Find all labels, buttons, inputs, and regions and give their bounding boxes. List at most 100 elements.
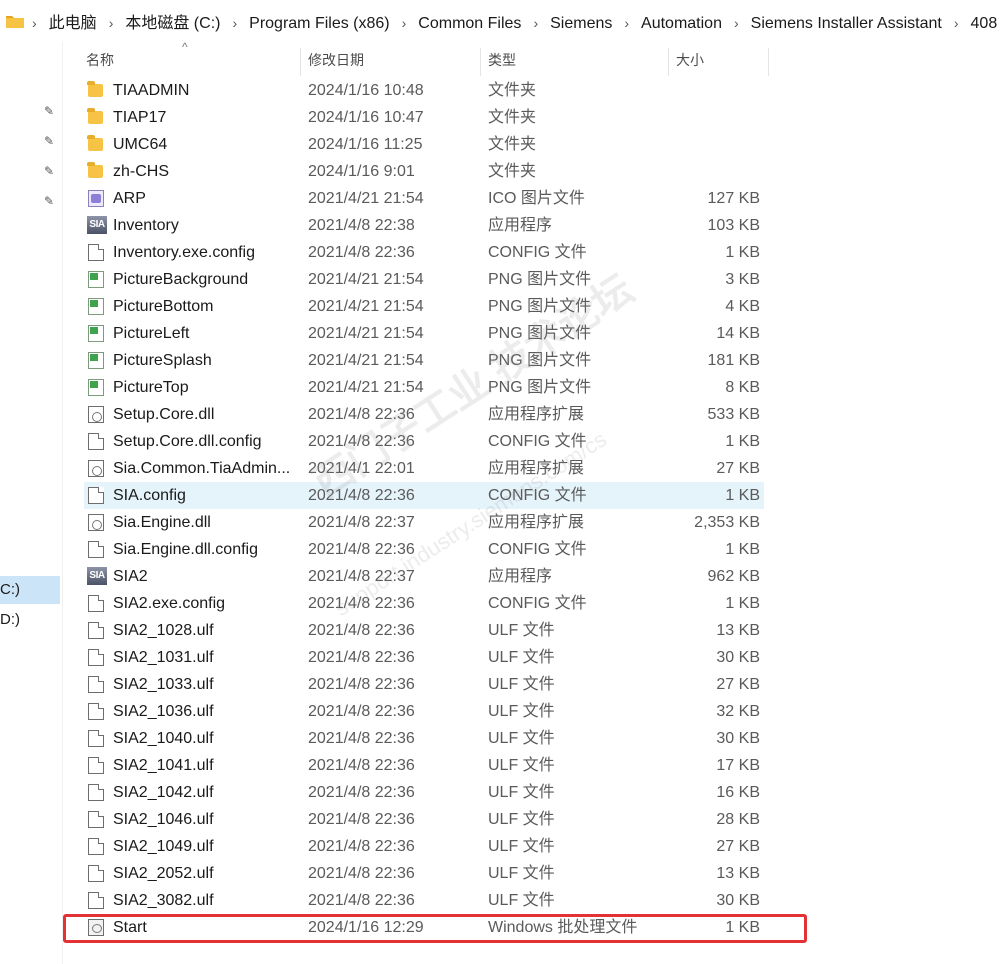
file-row[interactable]: PictureSplash 2021/4/21 21:54 PNG 图片文件 181 … [84,347,764,374]
file-type: PNG 图片文件 [488,379,592,396]
document-icon [88,757,104,774]
file-name: Sia.Engine.dll [113,514,211,531]
column-divider[interactable] [300,48,301,76]
breadcrumb-separator-icon[interactable]: › [624,15,629,31]
file-row[interactable]: Sia.Common.TiaAdmin... 2021/4/1 22:01 应用程序… [84,455,764,482]
file-row[interactable]: SIA2_1033.ulf 2021/4/8 22:36 ULF 文件 27 KB [84,671,764,698]
file-row[interactable]: SIA2_1028.ulf 2021/4/8 22:36 ULF 文件 13 KB [84,617,764,644]
breadcrumb-item[interactable]: Program Files (x86) [249,15,389,32]
file-date: 2024/1/16 11:25 [308,136,423,153]
file-row[interactable]: Sia.Engine.dll 2021/4/8 22:37 应用程序扩展 2,353 … [84,509,764,536]
column-date[interactable]: 修改日期 [308,42,364,78]
file-type: ULF 文件 [488,811,555,828]
file-row[interactable]: ARP 2021/4/21 21:54 ICO 图片文件 127 KB [84,185,764,212]
pin-icon[interactable]: ✎ [42,134,56,148]
breadcrumb-item[interactable]: Siemens [550,15,612,32]
file-row[interactable]: SIA2_1031.ulf 2021/4/8 22:36 ULF 文件 30 KB [84,644,764,671]
file-row[interactable]: SIA2_1040.ulf 2021/4/8 22:36 ULF 文件 30 KB [84,725,764,752]
file-row[interactable]: SIA2_1036.ulf 2021/4/8 22:36 ULF 文件 32 KB [84,698,764,725]
file-row[interactable]: SIA2_1042.ulf 2021/4/8 22:36 ULF 文件 16 KB [84,779,764,806]
file-row[interactable]: SIA2_1041.ulf 2021/4/8 22:36 ULF 文件 17 KB [84,752,764,779]
column-size[interactable]: 大小 [676,42,704,78]
column-type[interactable]: 类型 [488,42,516,78]
file-size: 1 KB [725,487,760,504]
pin-icon[interactable]: ✎ [42,194,56,208]
file-row[interactable]: SIA.config 2021/4/8 22:36 CONFIG 文件 1 KB [84,482,764,509]
file-size: 28 KB [716,811,760,828]
file-size: 4 KB [725,298,760,315]
file-row[interactable]: Setup.Core.dll 2021/4/8 22:36 应用程序扩展 533 KB [84,401,764,428]
address-bar[interactable]: › 此电脑 › 本地磁盘 (C:) › Program Files (x86) › Commo… [0,0,1007,42]
file-type: ICO 图片文件 [488,190,585,207]
column-divider[interactable] [768,48,769,76]
column-divider[interactable] [480,48,481,76]
file-row[interactable]: PictureLeft 2021/4/21 21:54 PNG 图片文件 14 KB [84,320,764,347]
file-name: SIA.config [113,487,186,504]
file-type: 应用程序扩展 [488,514,585,531]
file-date: 2021/4/8 22:36 [308,865,415,882]
file-row[interactable]: SIA SIA2 2021/4/8 22:37 应用程序 962 KB [84,563,764,590]
breadcrumb-item[interactable]: Siemens Installer Assistant [751,15,942,32]
file-row[interactable]: Sia.Engine.dll.config 2021/4/8 22:36 CONFI… [84,536,764,563]
file-row[interactable]: TIAP17 2024/1/16 10:47 文件夹 [84,104,764,131]
file-row[interactable]: TIAADMIN 2024/1/16 10:48 文件夹 [84,77,764,104]
file-type: ULF 文件 [488,730,555,747]
nav-item-drive-c[interactable]: C:) [0,576,60,604]
file-row[interactable]: PictureBackground 2021/4/21 21:54 PNG 图片文件… [84,266,764,293]
file-row[interactable]: PictureBottom 2021/4/21 21:54 PNG 图片文件 4 KB [84,293,764,320]
file-name: PictureLeft [113,325,190,342]
file-type: CONFIG 文件 [488,541,587,558]
file-row[interactable]: SIA2_1049.ulf 2021/4/8 22:36 ULF 文件 27 KB [84,833,764,860]
file-type: ULF 文件 [488,865,555,882]
breadcrumb-separator-icon[interactable]: › [734,15,739,31]
file-type: 文件夹 [488,136,537,153]
file-name: SIA2_1028.ulf [113,622,214,639]
file-row[interactable]: Start 2024/1/16 12:29 Windows 批处理文件 1 KB [84,914,764,941]
column-name[interactable]: 名称 [86,42,114,78]
file-name: TIAP17 [113,109,167,126]
breadcrumb[interactable]: › 此电脑 › 本地磁盘 (C:) › Program Files (x86) › Commo… [32,9,997,33]
breadcrumb-separator-icon[interactable]: › [533,15,538,31]
breadcrumb-separator-icon[interactable]: › [954,15,959,31]
png-file-icon [88,271,104,288]
breadcrumb-item[interactable]: Automation [641,15,722,32]
breadcrumb-separator-icon[interactable]: › [32,15,37,31]
breadcrumb-item[interactable]: 此电脑 [49,15,97,32]
file-name: SIA2_2052.ulf [113,865,214,882]
file-row[interactable]: UMC64 2024/1/16 11:25 文件夹 [84,131,764,158]
file-name: SIA2.exe.config [113,595,226,612]
file-name: Sia.Engine.dll.config [113,541,258,558]
file-size: 30 KB [716,649,760,666]
sia-app-icon: SIA [87,216,107,234]
file-row[interactable]: SIA2_1046.ulf 2021/4/8 22:36 ULF 文件 28 KB [84,806,764,833]
document-icon [88,784,104,801]
breadcrumb-item[interactable]: 408 [971,15,998,32]
nav-item-drive-d[interactable]: D:) [0,606,60,634]
file-row[interactable]: Setup.Core.dll.config 2021/4/8 22:36 CONFI… [84,428,764,455]
breadcrumb-separator-icon[interactable]: › [402,15,407,31]
file-name: PictureSplash [113,352,212,369]
file-row[interactable]: Inventory.exe.config 2021/4/8 22:36 CONFIG… [84,239,764,266]
breadcrumb-item[interactable]: 本地磁盘 (C:) [125,15,220,32]
document-icon [88,892,104,909]
file-name: Setup.Core.dll [113,406,215,423]
file-date: 2021/4/8 22:36 [308,892,415,909]
file-name: ARP [113,190,146,207]
pin-icon[interactable]: ✎ [42,104,56,118]
column-divider[interactable] [668,48,669,76]
pin-icon[interactable]: ✎ [42,164,56,178]
breadcrumb-separator-icon[interactable]: › [109,15,114,31]
file-size: 8 KB [725,379,760,396]
file-size: 1 KB [725,595,760,612]
file-row[interactable]: SIA2_3082.ulf 2021/4/8 22:36 ULF 文件 30 KB [84,887,764,914]
file-row[interactable]: SIA2.exe.config 2021/4/8 22:36 CONFIG 文件 1 … [84,590,764,617]
breadcrumb-separator-icon[interactable]: › [232,15,237,31]
file-date: 2021/4/8 22:36 [308,811,415,828]
breadcrumb-item[interactable]: Common Files [418,15,521,32]
file-row[interactable]: zh-CHS 2024/1/16 9:01 文件夹 [84,158,764,185]
file-row[interactable]: SIA Inventory 2021/4/8 22:38 应用程序 103 KB [84,212,764,239]
file-row[interactable]: PictureTop 2021/4/21 21:54 PNG 图片文件 8 KB [84,374,764,401]
file-name: PictureBottom [113,298,214,315]
file-row[interactable]: SIA2_2052.ulf 2021/4/8 22:36 ULF 文件 13 KB [84,860,764,887]
file-name: TIAADMIN [113,82,190,99]
